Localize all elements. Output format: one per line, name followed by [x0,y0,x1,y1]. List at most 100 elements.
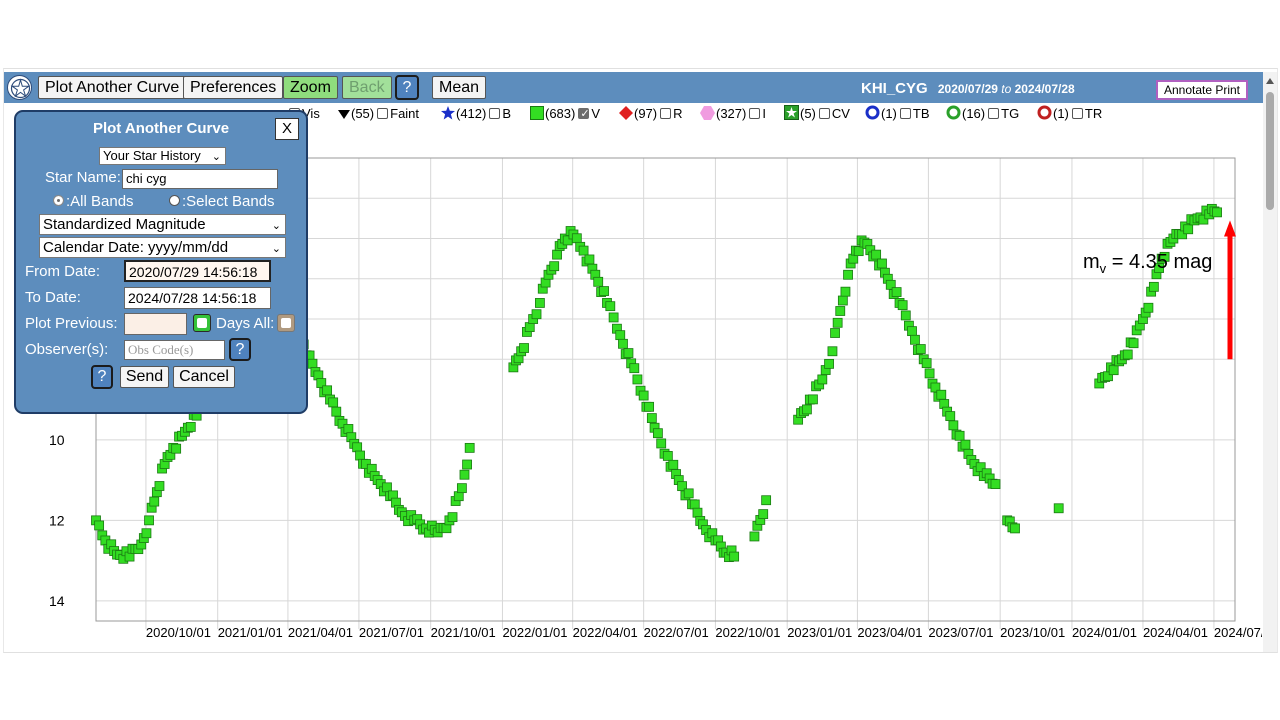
data-point[interactable] [897,300,908,311]
observers-input[interactable]: Obs Code(s) [124,340,225,360]
plot-previous-days-input[interactable] [124,313,187,335]
legend-r[interactable]: (97) R [619,105,683,123]
select-bands-option[interactable]: :Select Bands [169,193,275,210]
data-point[interactable] [954,430,965,441]
data-point[interactable] [808,394,818,405]
data-point[interactable] [549,261,560,272]
data-point[interactable] [990,479,1001,490]
data-point[interactable] [599,286,609,296]
data-point[interactable] [840,286,851,297]
data-point[interactable] [758,509,769,520]
data-point[interactable] [644,401,655,412]
legend-i[interactable]: (327) I [700,105,766,123]
data-point[interactable] [144,515,154,526]
data-point[interactable] [571,233,582,244]
v-checkbox[interactable] [578,105,590,123]
observers-help-button[interactable]: ? [229,338,251,361]
star-history-select[interactable]: Your Star History ⌄ [99,147,226,165]
data-point[interactable] [453,491,464,502]
data-point[interactable] [891,287,902,297]
tb-checkbox[interactable] [899,108,911,119]
data-point[interactable] [355,450,365,461]
data-point[interactable] [1128,338,1139,349]
data-point[interactable] [817,374,828,385]
data-point[interactable] [837,295,848,306]
data-point[interactable] [1143,302,1154,313]
data-point[interactable] [459,469,470,480]
data-point[interactable] [462,459,472,470]
data-point[interactable] [185,422,196,432]
data-point[interactable] [749,531,760,542]
data-point[interactable] [683,488,694,499]
data-point[interactable] [761,495,772,506]
data-point[interactable] [910,334,920,345]
legend-faint[interactable]: (55) Faint [338,105,419,123]
faint-checkbox[interactable] [377,108,389,119]
data-point[interactable] [835,306,846,316]
data-point[interactable] [830,328,840,338]
data-point[interactable] [907,326,917,337]
legend-tb[interactable]: (1) TB [865,105,930,123]
dialog-help-button[interactable]: ? [91,365,113,389]
data-point[interactable] [456,483,467,494]
date-format-select[interactable]: Calendar Date: yyyy/mm/dd ⌄ [39,237,286,258]
select-bands-radio[interactable] [169,195,180,206]
data-point[interactable] [1010,523,1020,534]
data-point[interactable] [531,309,542,320]
legend-b[interactable]: (412) B [441,105,511,123]
data-point[interactable] [692,507,703,518]
data-point[interactable] [924,368,935,379]
data-point[interactable] [322,385,333,396]
days-all-checkbox[interactable] [277,314,295,332]
magnitude-type-select[interactable]: Standardized Magnitude ⌄ [39,214,286,235]
data-point[interactable] [154,481,165,491]
data-point[interactable] [623,348,634,358]
data-point[interactable] [921,358,932,369]
r-checkbox[interactable] [660,108,672,119]
plot-previous-checkbox[interactable] [193,314,211,332]
data-point[interactable] [948,420,959,431]
data-point[interactable] [662,451,673,461]
data-point[interactable] [1122,349,1133,360]
data-point[interactable] [328,397,339,408]
data-point[interactable] [464,442,475,453]
data-point[interactable] [524,322,535,332]
vertical-scrollbar[interactable] [1263,72,1277,652]
data-point[interactable] [656,438,667,449]
b-checkbox[interactable] [489,108,501,119]
data-point[interactable] [584,254,595,265]
data-point[interactable] [141,528,152,539]
tg-checkbox[interactable] [988,108,1000,119]
data-point[interactable] [689,499,700,510]
legend-cv[interactable]: (5) CV [784,105,850,123]
scroll-up-icon[interactable] [1266,78,1274,84]
data-point[interactable] [593,276,604,287]
scroll-thumb[interactable] [1266,92,1274,210]
data-point[interactable] [832,317,843,328]
data-point[interactable] [382,482,392,493]
star-name-input[interactable]: chi cyg [122,169,278,189]
data-point[interactable] [827,346,838,357]
data-point[interactable] [1108,365,1119,376]
data-point[interactable] [447,512,458,523]
legend-tr[interactable]: (1) TR [1037,105,1102,123]
data-point[interactable] [343,424,354,434]
data-point[interactable] [307,358,318,369]
data-point[interactable] [615,330,626,341]
data-point[interactable] [729,551,740,562]
data-point[interactable] [915,344,926,354]
data-point[interactable] [632,374,643,385]
data-point[interactable] [652,428,663,439]
data-point[interactable] [1212,207,1222,218]
data-point[interactable] [646,413,657,423]
data-point[interactable] [94,520,105,531]
data-point[interactable] [824,358,834,369]
data-point[interactable] [871,249,882,260]
data-point[interactable] [945,411,956,421]
data-point[interactable] [900,310,911,321]
data-point[interactable] [618,338,628,349]
i-checkbox[interactable] [749,108,761,119]
data-point[interactable] [149,496,160,507]
data-point[interactable] [936,389,947,400]
send-button[interactable]: Send [120,366,169,388]
